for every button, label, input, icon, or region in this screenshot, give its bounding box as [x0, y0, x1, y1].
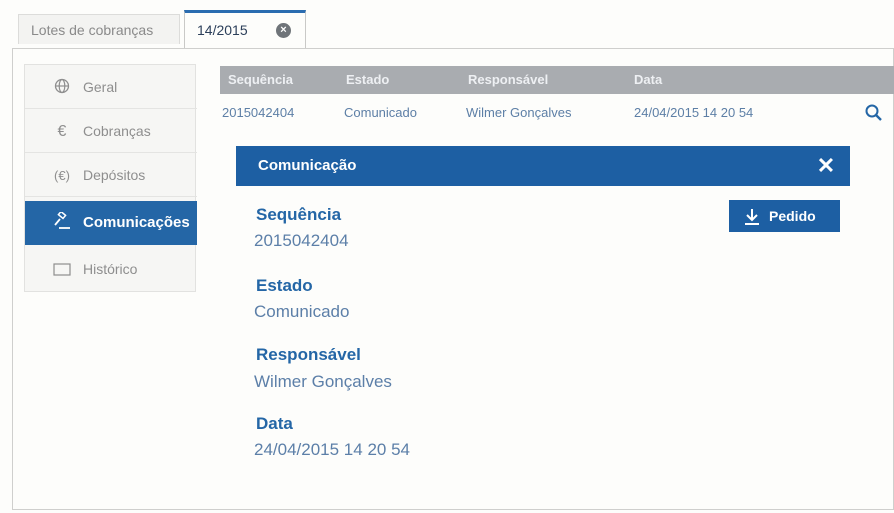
sidebar-item-geral[interactable]: Geral — [25, 65, 197, 109]
close-tab-icon[interactable]: × — [276, 23, 291, 38]
table-header: Sequência Estado Responsável Data — [220, 66, 894, 94]
sidebar-item-label: Histórico — [83, 261, 138, 277]
sidebar-item-comunicacoes[interactable]: Comunicações — [25, 201, 197, 245]
column-header-sequencia[interactable]: Sequência — [228, 66, 293, 94]
search-icon[interactable] — [864, 103, 884, 123]
column-header-responsavel[interactable]: Responsável — [468, 66, 548, 94]
field-label-data: Data — [256, 414, 293, 433]
tab-lotes-de-cobrancas[interactable]: Lotes de cobranças — [18, 14, 180, 44]
cell-sequencia: 2015042404 — [222, 105, 295, 120]
field-label-estado: Estado — [256, 276, 313, 295]
euro-icon: € — [57, 123, 67, 140]
sidebar-item-label: Comunicações — [83, 214, 190, 231]
tab-14-2015[interactable]: 14/2015 × — [184, 10, 306, 48]
field-value-data: 24/04/2015 14 20 54 — [254, 440, 410, 459]
tab-label: 14/2015 — [197, 22, 248, 38]
table-row[interactable]: 2015042404 Comunicado Wilmer Gonçalves 2… — [220, 96, 894, 132]
pedido-button-label: Pedido — [769, 208, 816, 224]
field-label-sequencia: Sequência — [256, 205, 342, 224]
sidebar: Geral € Cobranças (€) Depósitos Comunicaçõ… — [24, 64, 197, 292]
gavel-icon — [51, 201, 73, 245]
cell-data: 24/04/2015 14 20 54 — [634, 105, 754, 120]
sidebar-item-label: Cobranças — [83, 123, 151, 139]
euro-box-icon: (€) — [54, 168, 70, 183]
cell-estado: Comunicado — [344, 105, 417, 120]
folder-icon — [51, 248, 73, 292]
modal-header: Comunicação ✕ — [236, 146, 850, 186]
sidebar-item-label: Geral — [83, 79, 118, 95]
sidebar-item-historico[interactable]: Histórico — [25, 247, 197, 291]
tab-label: Lotes de cobranças — [31, 22, 154, 38]
sidebar-item-cobrancas[interactable]: € Cobranças — [25, 109, 197, 153]
field-value-estado: Comunicado — [254, 302, 350, 321]
modal-title: Comunicação — [258, 157, 357, 174]
field-value-responsavel: Wilmer Gonçalves — [254, 372, 392, 391]
sidebar-item-label: Depósitos — [83, 167, 146, 183]
close-icon[interactable]: ✕ — [814, 154, 838, 178]
pedido-button[interactable]: Pedido — [729, 200, 840, 232]
column-header-estado[interactable]: Estado — [346, 66, 389, 94]
download-icon — [743, 206, 761, 226]
column-header-data[interactable]: Data — [634, 66, 662, 94]
sidebar-item-depositos[interactable]: (€) Depósitos — [25, 153, 197, 197]
field-value-sequencia: 2015042404 — [254, 231, 349, 250]
cell-responsavel: Wilmer Gonçalves — [466, 105, 572, 120]
field-label-responsavel: Responsável — [256, 345, 361, 364]
globe-icon — [51, 66, 73, 110]
